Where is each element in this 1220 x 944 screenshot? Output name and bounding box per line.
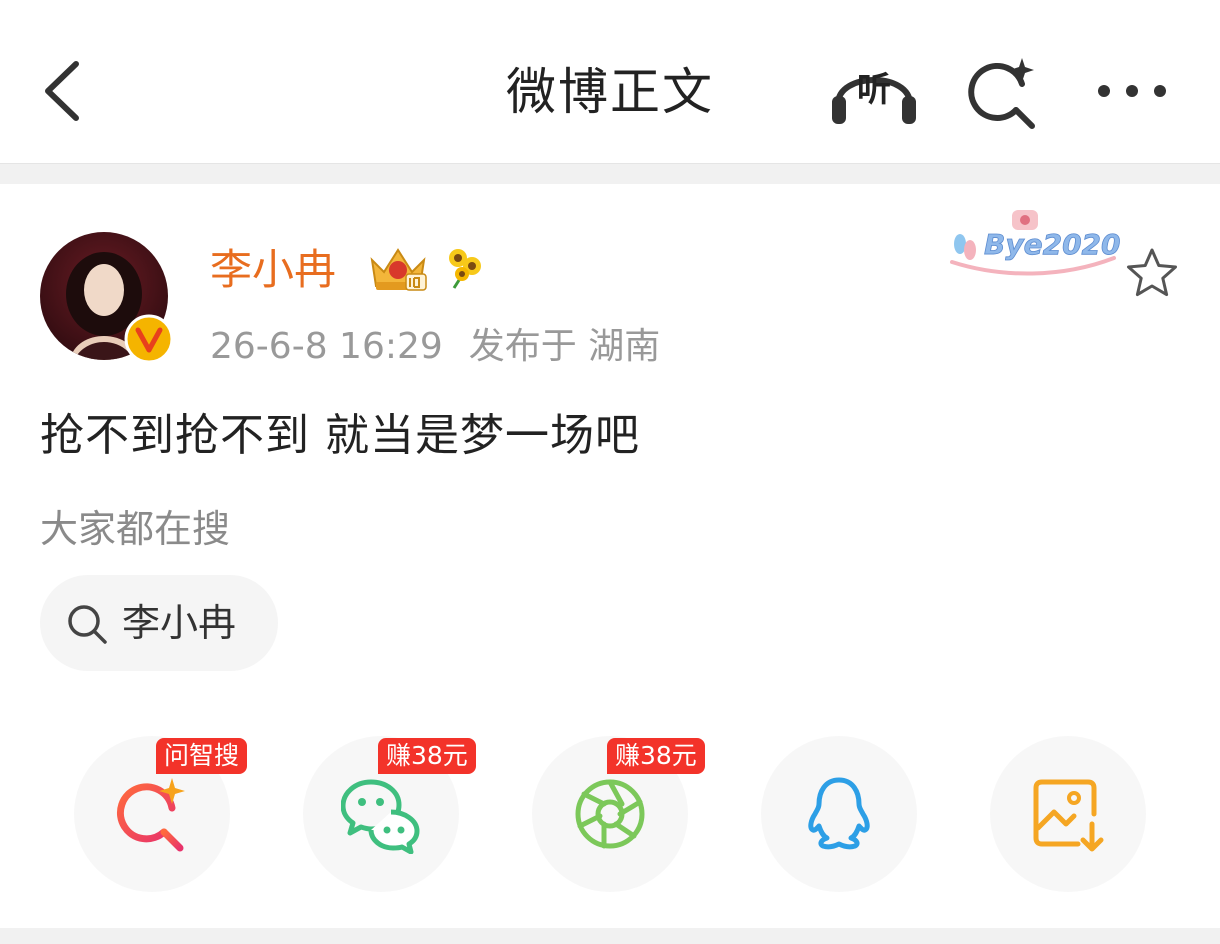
ai-search-icon bbox=[117, 778, 185, 852]
moments-icon bbox=[575, 779, 645, 849]
section-divider bbox=[0, 163, 1220, 184]
search-icon bbox=[68, 605, 107, 644]
post-location: 发布于 湖南 bbox=[468, 326, 661, 367]
decoration-text: Bye2020 bbox=[984, 228, 1121, 261]
listen-button[interactable]: 听 bbox=[826, 52, 922, 132]
top-nav-bar: 微博正文 听 bbox=[0, 0, 1220, 163]
search-chip-label: 李小冉 bbox=[122, 601, 237, 645]
favorite-star-icon[interactable] bbox=[1124, 246, 1180, 302]
ai-search-icon bbox=[968, 58, 1035, 129]
sunflower-icon bbox=[449, 249, 481, 289]
listen-label: 听 bbox=[857, 70, 891, 110]
post-content: 抢不到抢不到 就当是梦一场吧 bbox=[40, 410, 640, 461]
more-options-button[interactable] bbox=[1090, 76, 1174, 106]
ai-search-button[interactable] bbox=[964, 54, 1044, 134]
save-image-icon bbox=[1033, 779, 1104, 852]
wechat-reward-badge: 赚38元 bbox=[378, 738, 476, 774]
author-name[interactable]: 李小冉 bbox=[210, 244, 336, 296]
member-crown-icon bbox=[370, 248, 427, 291]
share-qq-button[interactable] bbox=[761, 736, 917, 892]
bye2020-decoration: Bye2020 bbox=[950, 210, 1121, 276]
wechat-icon bbox=[341, 779, 420, 854]
search-chip[interactable]: 李小冉 bbox=[40, 575, 278, 671]
trending-search-label: 大家都在搜 bbox=[40, 507, 231, 551]
more-dots-icon bbox=[1098, 85, 1166, 97]
qq-icon bbox=[808, 777, 870, 850]
post-card: 李小冉 26-6-8 16:29 发布于 湖南 Bye2020 抢不到抢不到 就当… bbox=[0, 184, 1220, 928]
post-time: 26-6-8 16:29 bbox=[210, 326, 443, 367]
moments-reward-badge: 赚38元 bbox=[607, 738, 705, 774]
verified-badge-icon bbox=[124, 314, 174, 364]
bottom-divider bbox=[0, 928, 1220, 944]
post-meta: 26-6-8 16:29 发布于 湖南 bbox=[210, 322, 660, 372]
ai-search-badge: 问智搜 bbox=[156, 738, 248, 774]
save-image-button[interactable] bbox=[990, 736, 1146, 892]
